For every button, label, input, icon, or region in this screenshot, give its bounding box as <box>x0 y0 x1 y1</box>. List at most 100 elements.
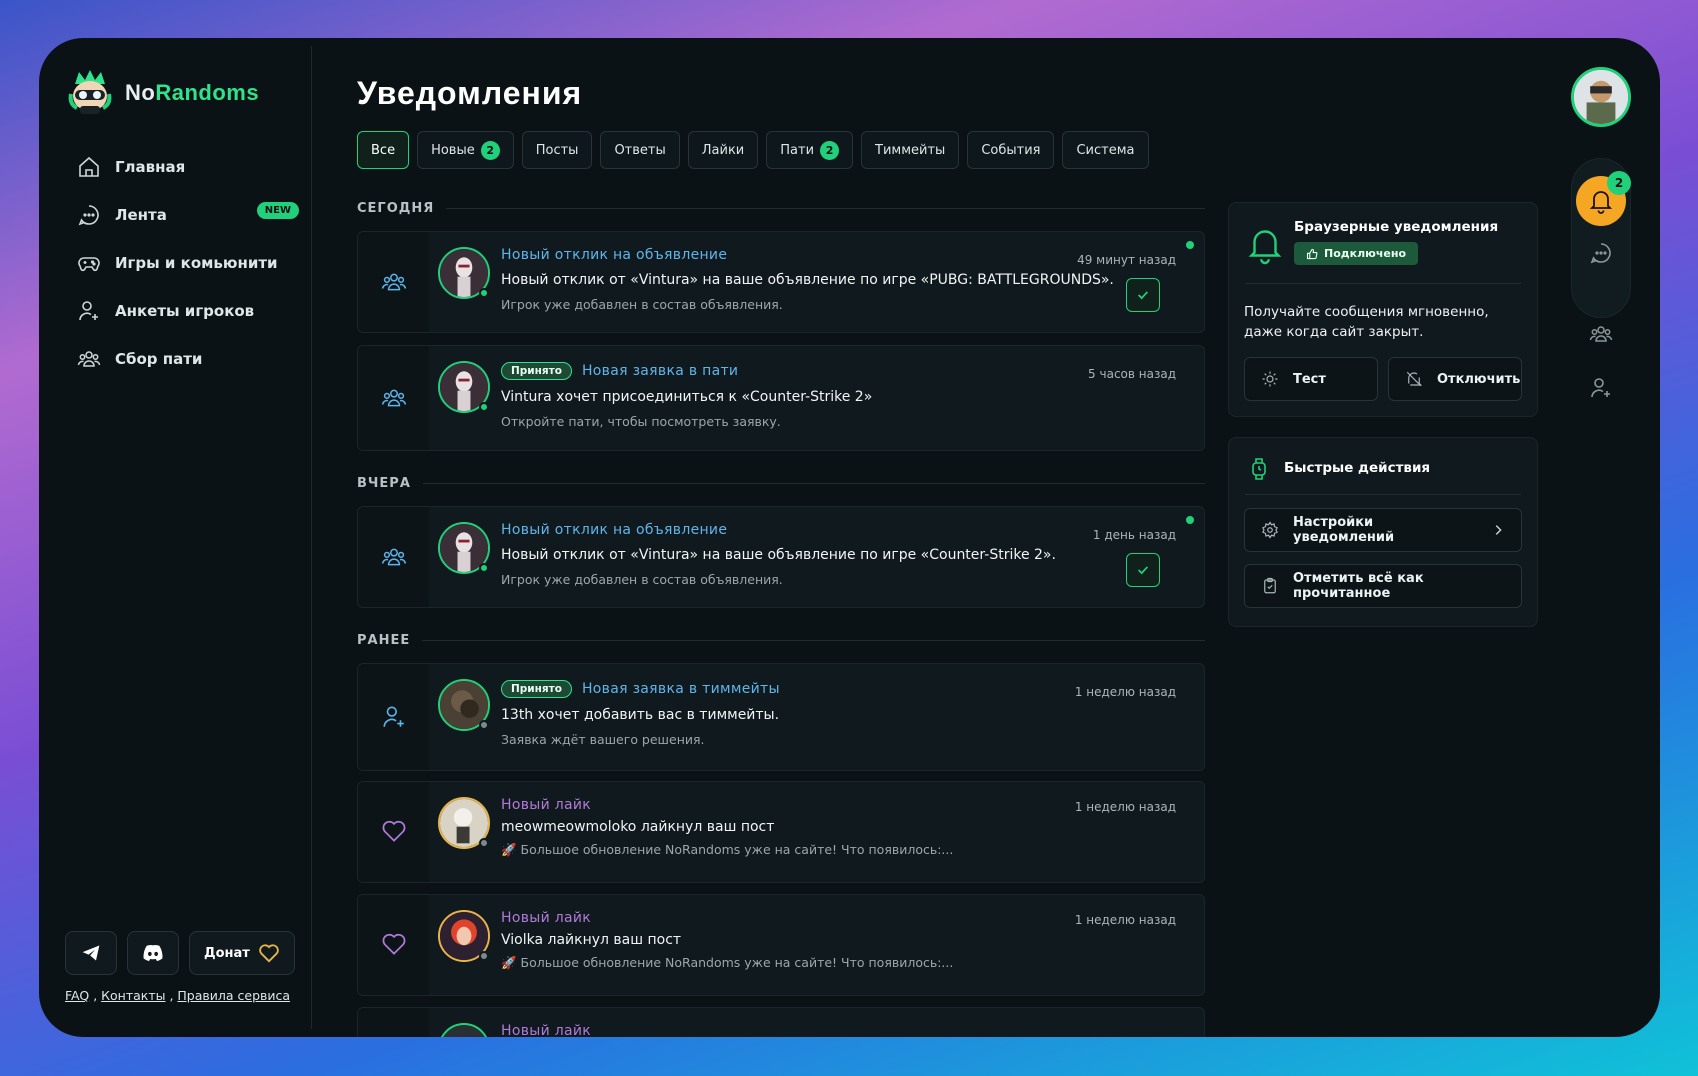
app-window: NoRandoms Главная Лента NEW Игры и комью… <box>39 38 1660 1037</box>
notification-text: Violka лайкнул ваш пост <box>501 932 682 948</box>
status-badge: Принято <box>501 680 572 698</box>
social-buttons: Донат <box>65 931 295 975</box>
avatar[interactable] <box>438 1023 490 1037</box>
donate-label: Донат <box>204 945 250 961</box>
tab-teammates[interactable]: Тиммейты <box>861 131 960 169</box>
notification-card[interactable]: Принято Новая заявка в тиммейты 1 неделю … <box>357 663 1205 771</box>
online-indicator <box>479 402 489 412</box>
notification-title[interactable]: Новый лайк <box>501 910 591 926</box>
online-indicator <box>479 288 489 298</box>
bell-icon <box>1248 230 1282 265</box>
notification-time: 49 минут назад <box>1077 253 1176 267</box>
status-badge: Принято <box>501 362 572 380</box>
offline-indicator <box>479 951 489 961</box>
party-button[interactable] <box>1586 319 1616 349</box>
notification-card[interactable]: Новый отклик на объявление 1 день назад … <box>357 506 1205 608</box>
home-icon <box>79 156 99 177</box>
notification-text: meowmeowmoloko лайкнул ваш пост <box>501 819 775 835</box>
nav-item-home[interactable]: Главная <box>77 150 299 184</box>
notification-title[interactable]: Новый отклик на объявление <box>501 522 727 538</box>
watch-icon <box>1252 458 1266 480</box>
nav-item-games[interactable]: Игры и комьюнити <box>77 246 299 280</box>
faq-link[interactable]: FAQ <box>65 988 89 1003</box>
notification-card[interactable]: Новый лайк 1 неделю назад Violka лайкнул… <box>357 894 1205 996</box>
panel-title: Быстрые действия <box>1284 460 1431 476</box>
heart-icon <box>382 820 405 842</box>
new-badge: NEW <box>256 202 299 219</box>
notification-subtext: Заявка ждёт вашего решения. <box>501 732 705 747</box>
nav-label: Лента <box>115 206 167 224</box>
notification-count-badge: 2 <box>1607 171 1631 195</box>
notification-title[interactable]: Новый отклик на объявление <box>501 247 727 263</box>
tab-replies[interactable]: Ответы <box>600 131 680 169</box>
add-friend-button[interactable] <box>1586 373 1616 403</box>
logo[interactable]: NoRandoms <box>67 68 259 118</box>
unread-indicator <box>1186 516 1194 524</box>
chevron-right-icon <box>1495 525 1502 535</box>
nav-item-player-profiles[interactable]: Анкеты игроков <box>77 294 299 328</box>
section-today: СЕГОДНЯ <box>357 201 1205 216</box>
disable-button[interactable]: Отключить <box>1388 357 1522 401</box>
notification-title[interactable]: Новая заявка в тиммейты <box>582 681 780 697</box>
notification-title[interactable]: Новый лайк <box>501 1023 591 1037</box>
notification-title[interactable]: Новая заявка в пати <box>582 363 738 379</box>
section-earlier: РАНЕЕ <box>357 633 1205 648</box>
notification-card[interactable]: Новый отклик на объявление 49 минут наза… <box>357 231 1205 333</box>
rules-link[interactable]: Правила сервиса <box>177 988 290 1003</box>
notification-time: 5 часов назад <box>1088 367 1176 381</box>
notification-settings-button[interactable]: Настройки уведомлений <box>1244 508 1522 552</box>
main-content: Уведомления Все Новые 2 Посты Ответы Лайк… <box>357 38 1207 1037</box>
tab-likes[interactable]: Лайки <box>687 131 759 169</box>
mark-all-read-button[interactable]: Отметить всё как прочитанное <box>1244 564 1522 608</box>
unread-indicator <box>1186 241 1194 249</box>
count-badge: 2 <box>820 140 840 160</box>
gamepad-icon <box>78 257 100 272</box>
browser-notifications-panel: Браузерные уведомления Подключено Получа… <box>1228 202 1538 417</box>
nav-label: Анкеты игроков <box>115 302 255 320</box>
contacts-link[interactable]: Контакты <box>101 988 165 1003</box>
tab-party[interactable]: Пати 2 <box>766 131 854 169</box>
notification-subtext: Игрок уже добавлен в состав объявления. <box>501 297 783 312</box>
notification-time: 1 день назад <box>1092 528 1176 542</box>
notification-card[interactable]: Новый лайк 1 неделю назад meowmeowmoloko… <box>357 781 1205 883</box>
mascot-logo-icon <box>68 70 112 114</box>
sidebar: NoRandoms Главная Лента NEW Игры и комью… <box>39 38 312 1037</box>
tab-posts[interactable]: Посты <box>521 131 593 169</box>
nav-item-party[interactable]: Сбор пати <box>77 342 299 376</box>
notification-subtext: 🚀 Большое обновление NoRandoms уже на са… <box>501 955 954 970</box>
nav-label: Главная <box>115 158 186 176</box>
thumbs-up-icon <box>1306 248 1318 259</box>
user-add-icon <box>1591 378 1610 398</box>
tab-events[interactable]: События <box>967 131 1055 169</box>
sun-icon <box>1262 371 1278 387</box>
check-icon <box>1138 566 1149 575</box>
clipboard-check-icon <box>1264 577 1276 594</box>
group-icon <box>1589 326 1613 342</box>
tab-all[interactable]: Все <box>357 131 410 169</box>
check-icon <box>1138 291 1149 300</box>
notification-card[interactable]: Новый лайк <box>357 1007 1205 1037</box>
tab-new[interactable]: Новые 2 <box>417 131 514 169</box>
notification-text: Vintura хочет присоединиться к «Counter-… <box>501 389 873 405</box>
offline-indicator <box>479 720 489 730</box>
notification-card[interactable]: Принято Новая заявка в пати 5 часов назад… <box>357 345 1205 451</box>
mark-read-button[interactable] <box>1126 278 1160 312</box>
telegram-button[interactable] <box>65 931 117 975</box>
mark-read-button[interactable] <box>1126 553 1160 587</box>
donate-button[interactable]: Донат <box>189 931 295 975</box>
user-avatar[interactable] <box>1571 67 1631 127</box>
tab-system[interactable]: Система <box>1062 131 1149 169</box>
heart-icon <box>259 944 279 963</box>
test-button[interactable]: Тест <box>1244 357 1378 401</box>
notification-subtext: Игрок уже добавлен в состав объявления. <box>501 572 783 587</box>
nav-item-feed[interactable]: Лента NEW <box>77 198 299 232</box>
notification-text: 13th хочет добавить вас в тиммейты. <box>501 707 780 723</box>
nav-label: Игры и комьюнити <box>115 254 278 272</box>
notification-title[interactable]: Новый лайк <box>501 797 591 813</box>
messages-button[interactable] <box>1586 238 1616 268</box>
notification-text: Новый отклик от «Vintura» на ваше объявл… <box>501 547 1056 563</box>
discord-button[interactable] <box>127 931 179 975</box>
group-icon <box>381 548 406 566</box>
notification-subtext: 🚀 Большое обновление NoRandoms уже на са… <box>501 842 954 857</box>
notification-subtext: Откройте пати, чтобы посмотреть заявку. <box>501 414 781 429</box>
